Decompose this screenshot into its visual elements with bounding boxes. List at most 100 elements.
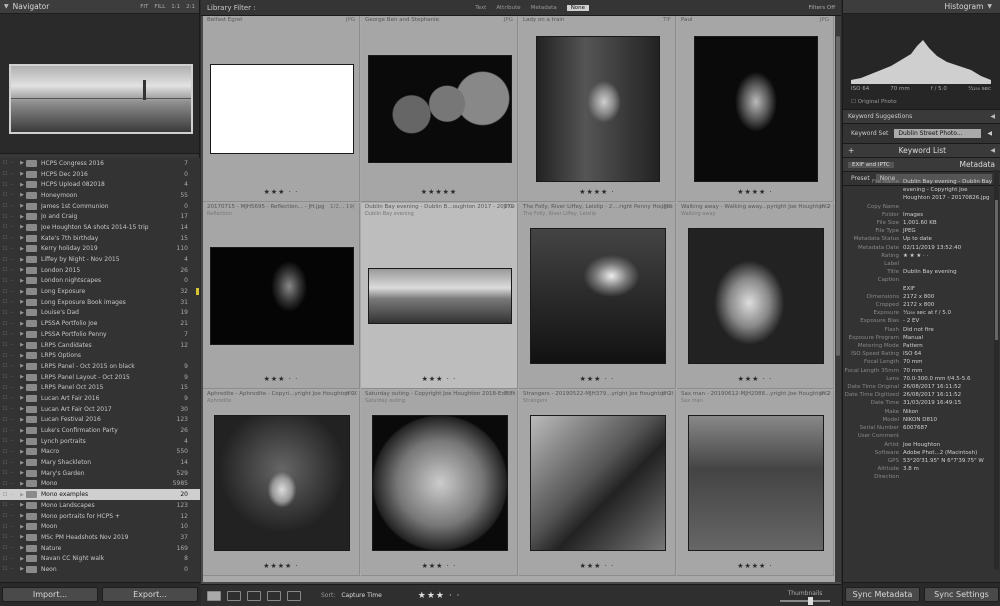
disclosure-arrow-icon[interactable]: ▶ [18, 224, 26, 230]
disclosure-arrow-icon[interactable]: ▶ [18, 192, 26, 198]
disclosure-arrow-icon[interactable]: ▶ [18, 310, 26, 316]
expand-triangle-icon[interactable]: ◀ [987, 130, 992, 137]
collection-item[interactable]: ☐ ·· ▶ Honeymoon 55 [0, 190, 200, 201]
collection-item[interactable]: ☐ ·· ▶ Mono Landscapes 123 [0, 500, 200, 511]
collection-item[interactable]: ☐ ·· ▶ LRPS Options [0, 350, 200, 361]
collection-item[interactable]: ☐ ·· ▶ Mono portraits for HCPS + 12 [0, 511, 200, 522]
disclosure-arrow-icon[interactable]: ▶ [18, 417, 26, 423]
disclosure-arrow-icon[interactable]: ▶ [18, 214, 26, 220]
disclosure-arrow-icon[interactable]: ▶ [18, 502, 26, 508]
disclosure-arrow-icon[interactable]: ▶ [18, 556, 26, 562]
metadata-value[interactable]: 26/08/2017 16:11:52 [903, 391, 993, 399]
disclosure-arrow-icon[interactable]: ▶ [18, 235, 26, 241]
metadata-value[interactable]: 2172 x 800 [903, 301, 993, 309]
disclosure-arrow-icon[interactable]: ▶ [18, 353, 26, 359]
collection-checkbox[interactable]: ☐ [0, 566, 10, 572]
thumbnail-rating[interactable]: ★★★★ · [203, 562, 359, 570]
thumbnail-rating[interactable]: ★★★★ · [519, 188, 675, 196]
collection-checkbox[interactable]: ☐ [0, 513, 10, 519]
collection-checkbox[interactable]: ☐ [0, 524, 10, 530]
disclosure-arrow-icon[interactable]: ▶ [18, 460, 26, 466]
disclosure-arrow-icon[interactable]: ▶ [18, 395, 26, 401]
navigator-preview[interactable] [0, 14, 199, 154]
metadata-value[interactable]: Did not fire [903, 326, 993, 334]
thumbnail-image[interactable] [688, 415, 824, 551]
disclosure-arrow-icon[interactable]: ▶ [18, 374, 26, 380]
thumbnail-cell[interactable]: Dublin Bay evening - Dublin B...oughton … [361, 203, 518, 389]
collection-checkbox[interactable]: ☐ [0, 257, 10, 263]
rating-stars[interactable]: ★★★ · · [418, 591, 461, 601]
collection-checkbox[interactable]: ☐ [0, 492, 10, 498]
collection-item[interactable]: ☐ ·· ▶ Nature 169 [0, 543, 200, 554]
keyword-set-select[interactable]: Dublin Street Photo... [894, 129, 982, 138]
disclosure-arrow-icon[interactable]: ▶ [18, 534, 26, 540]
metadata-value[interactable]: - 2 EV [903, 317, 993, 325]
thumbnail-rating[interactable]: ★★★ · · [203, 188, 359, 196]
disclosure-arrow-icon[interactable]: ▶ [18, 182, 26, 188]
thumbnail-cell[interactable]: Paul JPG ★★★★ · [677, 16, 834, 202]
disclosure-arrow-icon[interactable]: ▶ [18, 278, 26, 284]
thumbnail-image[interactable] [368, 268, 512, 324]
metadata-value[interactable] [903, 432, 993, 440]
thumbnail-cell[interactable]: Saturday outing - Copyright Joe Houghton… [361, 390, 518, 576]
filter-none[interactable]: None [566, 4, 590, 11]
thumbnail-cell[interactable]: Belfast Egret JPG ★★★ · · [203, 16, 360, 202]
metadata-header[interactable]: EXIF and IPTC Metadata [843, 158, 1000, 172]
collection-checkbox[interactable]: ☐ [0, 417, 10, 423]
metadata-value[interactable]: 53°20'31.95" N 6°7'39.75" W [903, 457, 993, 465]
collection-item[interactable]: ☐ ·· ▶ Liffey by Night - Nov 2015 4 [0, 254, 200, 265]
collapse-triangle-icon[interactable]: ▼ [4, 3, 9, 10]
disclosure-arrow-icon[interactable]: ▶ [18, 267, 26, 273]
collection-item[interactable]: ☐ ·· ▶ Mary Shackleton 14 [0, 457, 200, 468]
collection-item[interactable]: ☐ ·· ▶ Mono 5985 [0, 479, 200, 490]
collection-item[interactable]: ☐ ·· ▶ Mono examples 20 [0, 489, 200, 500]
disclosure-arrow-icon[interactable]: ▶ [18, 257, 26, 263]
thumbnail-image[interactable] [530, 228, 666, 364]
thumbnail-cell[interactable]: Strangers - 20190522-MJH379...yright Joe… [519, 390, 676, 576]
collapse-triangle-icon[interactable]: ▼ [987, 3, 992, 10]
metadata-value[interactable]: Joe Houghton [903, 441, 993, 449]
metadata-value[interactable]: 70 mm [903, 367, 993, 375]
metadata-value[interactable] [903, 260, 993, 268]
keyword-list-header[interactable]: + Keyword List ◀ [843, 144, 1000, 158]
collection-item[interactable]: ☐ ·· ▶ Jo and Craig 17 [0, 211, 200, 222]
thumbnail-rating[interactable]: ★★★ · · [361, 562, 517, 570]
navigator-header[interactable]: ▼ Navigator FIT FILL 1:1 2:1 [0, 0, 199, 14]
disclosure-arrow-icon[interactable]: ▶ [18, 481, 26, 487]
collection-checkbox[interactable]: ☐ [0, 363, 10, 369]
disclosure-arrow-icon[interactable]: ▶ [18, 438, 26, 444]
thumbnail-image[interactable] [214, 415, 350, 551]
collection-checkbox[interactable]: ☐ [0, 214, 10, 220]
collection-checkbox[interactable]: ☐ [0, 278, 10, 284]
metadata-value[interactable]: Manual [903, 334, 993, 342]
collection-item[interactable]: ☐ ·· ▶ Mary's Garden 529 [0, 468, 200, 479]
collection-item[interactable]: ☐ ·· ▶ Neon 0 [0, 564, 200, 575]
thumbnail-cell[interactable]: Aphrodite - Aphrodite - Copyri...yright … [203, 390, 360, 576]
collection-checkbox[interactable]: ☐ [0, 289, 10, 295]
scrollbar-thumb[interactable] [995, 200, 998, 340]
disclosure-arrow-icon[interactable]: ▶ [18, 566, 26, 572]
disclosure-arrow-icon[interactable]: ▶ [18, 246, 26, 252]
disclosure-arrow-icon[interactable]: ▶ [18, 321, 26, 327]
filters-off-toggle[interactable]: Filters Off [809, 5, 835, 11]
collection-checkbox[interactable]: ☐ [0, 470, 10, 476]
right-scrollbar[interactable] [994, 170, 999, 570]
metadata-value[interactable]: ★ ★ ★ · · [903, 252, 993, 260]
collection-item[interactable]: ☐ ·· ▶ Luke's Confirmation Party 26 [0, 425, 200, 436]
collection-item[interactable]: ☐ ·· ▶ Lynch portraits 4 [0, 436, 200, 447]
disclosure-arrow-icon[interactable]: ▶ [18, 342, 26, 348]
collection-checkbox[interactable]: ☐ [0, 428, 10, 434]
survey-view-icon[interactable] [267, 590, 281, 601]
disclosure-arrow-icon[interactable]: ▶ [18, 492, 26, 498]
collection-item[interactable]: ☐ ·· ▶ LPSSA Portfolio Penny 7 [0, 329, 200, 340]
grid-view-icon[interactable] [207, 590, 221, 601]
metadata-value[interactable]: Images [903, 211, 993, 219]
collection-checkbox[interactable]: ☐ [0, 203, 10, 209]
thumbnail-cell[interactable]: Walking away - Walking away...pyright Jo… [677, 203, 834, 389]
collection-checkbox[interactable]: ☐ [0, 545, 10, 551]
thumbnail-rating[interactable]: ★★★ · · [519, 562, 675, 570]
metadata-value[interactable]: Nikon [903, 408, 993, 416]
collection-checkbox[interactable]: ☐ [0, 502, 10, 508]
metadata-value[interactable]: Pattern [903, 342, 993, 350]
collection-item[interactable]: ☐ ·· ▶ Long Exposure 32 [0, 286, 200, 297]
